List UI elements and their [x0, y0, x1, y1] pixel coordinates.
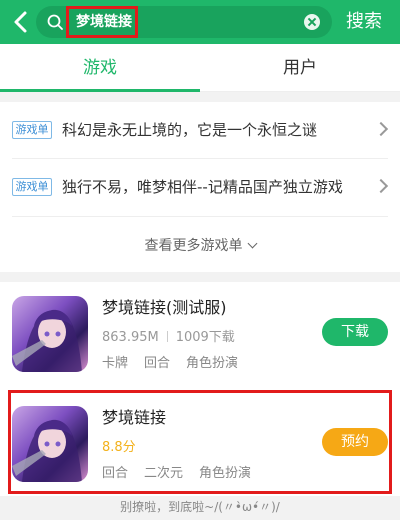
game-title: 梦境链接(测试服): [102, 298, 227, 317]
game-list-title: 独行不易，唯梦相伴--记精品国产独立游戏: [62, 178, 343, 196]
game-list-section: 游戏单 科幻是永无止境的，它是一个永恒之谜 游戏单 独行不易，唯梦相伴--记精品…: [0, 102, 400, 272]
game-highlight-box: [8, 390, 392, 494]
game-icon: [12, 296, 88, 372]
list-item[interactable]: 游戏单 科幻是永无止境的，它是一个永恒之谜: [0, 102, 400, 158]
search-button[interactable]: 搜索: [346, 0, 382, 44]
tab-bar: 游戏 用户: [0, 44, 400, 92]
game-tag: 角色扮演: [186, 356, 239, 371]
more-game-lists-link[interactable]: 查看更多游戏单: [0, 226, 400, 266]
game-size: 863.95M: [102, 330, 159, 345]
tab-users[interactable]: 用户: [200, 44, 400, 92]
chevron-right-icon: [373, 178, 389, 194]
more-game-lists-label: 查看更多游戏单: [144, 238, 243, 254]
game-list-title: 科幻是永无止境的，它是一个永恒之谜: [62, 121, 318, 139]
game-downloads: 1009下载: [175, 330, 235, 345]
query-highlight-box: [66, 6, 138, 38]
game-list-badge: 游戏单: [12, 178, 52, 196]
top-bar: 梦境链接 搜索: [0, 0, 400, 44]
chevron-down-icon: [247, 238, 257, 249]
chevron-right-icon: [373, 121, 389, 137]
game-item[interactable]: 梦境链接(测试服) 863.95M 1009下载 卡牌 回合 角色扮演 下载: [0, 282, 400, 378]
game-tag: 回合: [144, 356, 171, 371]
divider: [12, 216, 388, 217]
list-item[interactable]: 游戏单 独行不易，唯梦相伴--记精品国产独立游戏: [0, 159, 400, 215]
game-tags: 卡牌 回合 角色扮演: [102, 352, 254, 371]
search-icon: [46, 13, 64, 31]
game-list-badge: 游戏单: [12, 121, 52, 139]
tab-indicator: [0, 89, 200, 92]
clear-icon[interactable]: [304, 14, 320, 30]
download-button[interactable]: 下载: [322, 318, 388, 346]
tab-games[interactable]: 游戏: [0, 44, 200, 92]
end-of-list-text: 别撩啦，到底啦~/(〃•̀ω•́〃)/: [120, 500, 280, 514]
back-icon[interactable]: [6, 6, 36, 38]
game-meta: 863.95M 1009下载: [102, 326, 235, 345]
game-tag: 卡牌: [102, 356, 129, 371]
